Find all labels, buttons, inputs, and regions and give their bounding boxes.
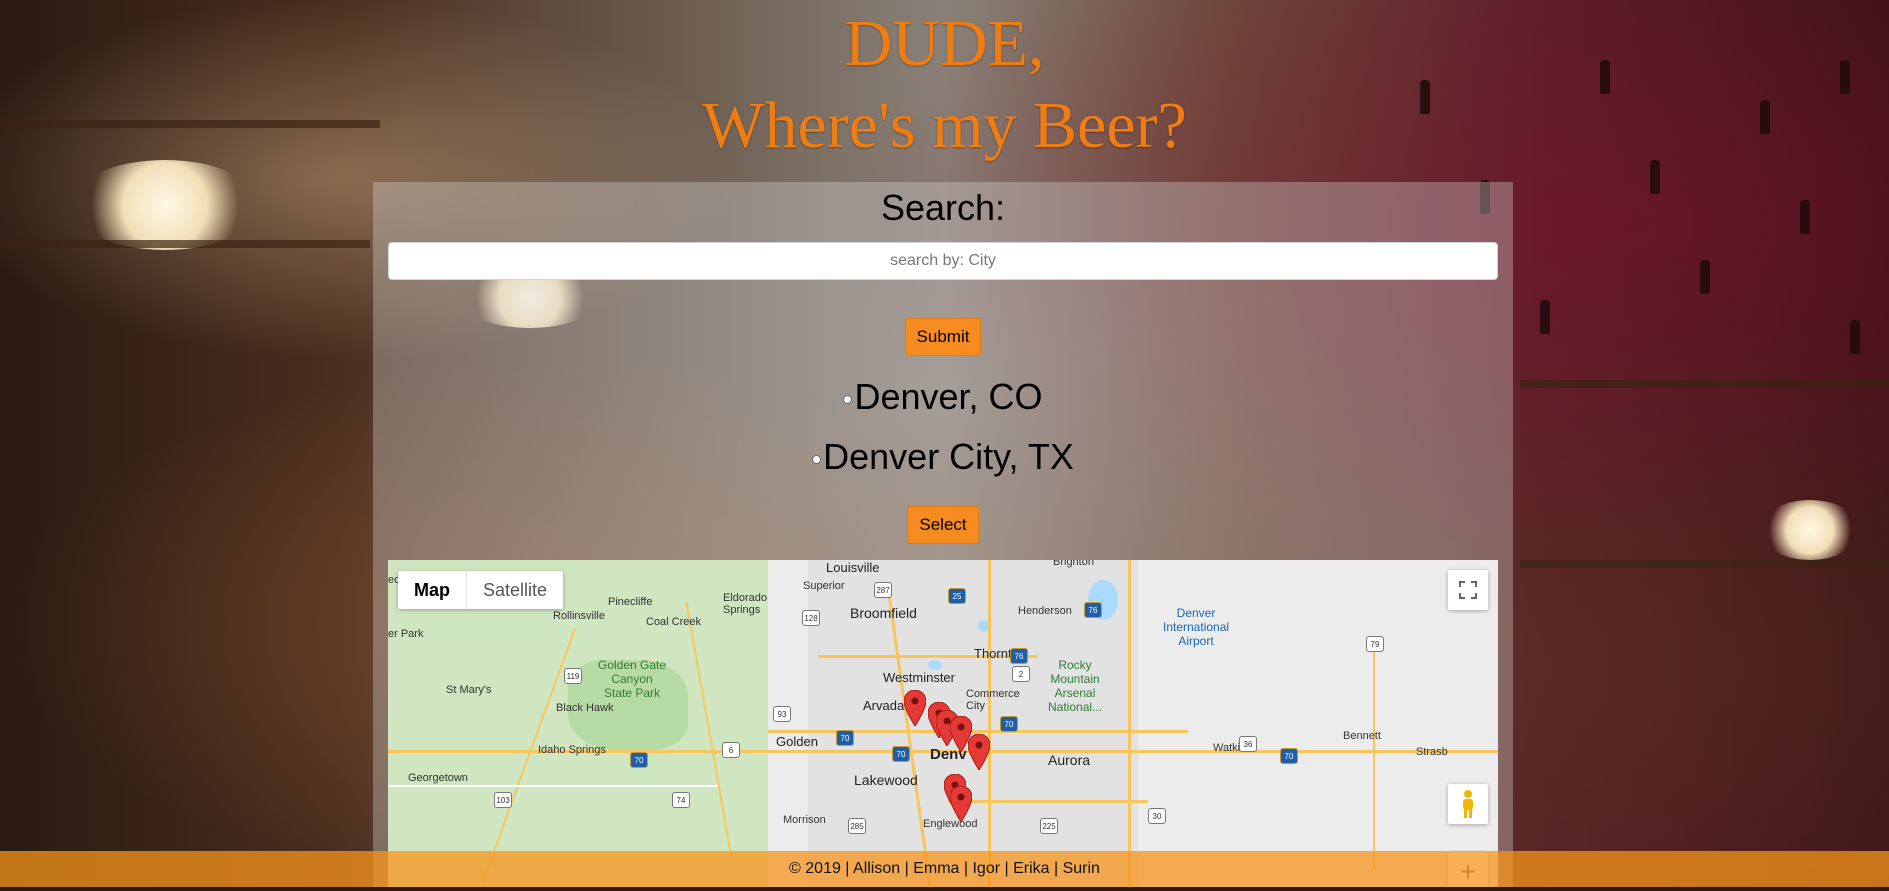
- search-label: Search:: [880, 187, 1006, 228]
- site-footer: © 2019 | Allison | Emma | Igor | Erika |…: [0, 851, 1889, 887]
- map-label-georgetown: Georgetown: [408, 772, 468, 784]
- highway-shield: 6: [722, 742, 740, 758]
- submit-button[interactable]: Submit: [905, 318, 981, 356]
- city-search-input[interactable]: [388, 242, 1498, 280]
- map-label-henderson: Henderson: [1018, 605, 1072, 617]
- highway-shield: 70: [836, 730, 854, 746]
- map-label-rollinsville: Rollinsville: [553, 610, 605, 622]
- highway-shield: 287: [874, 582, 892, 598]
- highway-shield: 285: [848, 818, 866, 834]
- fullscreen-icon: [1459, 581, 1477, 599]
- map-label-denver-airport: Denver International Airport: [1163, 606, 1230, 648]
- map-label-eldorado-springs: Eldorado Springs: [723, 592, 768, 616]
- map-label-golden: Golden: [776, 734, 818, 749]
- map-label-commerce-city: Commerce City: [966, 688, 1020, 712]
- map-label-arvada: Arvada: [863, 698, 905, 713]
- radio-icon[interactable]: [843, 394, 853, 404]
- brewery-marker-icon[interactable]: [968, 734, 990, 770]
- map-label-coal-creek: Coal Creek: [646, 616, 702, 628]
- highway-shield: 225: [1040, 818, 1058, 834]
- pegman-icon: [1463, 790, 1473, 818]
- highway-shield: 119: [564, 668, 582, 684]
- result-label: Denver, CO: [854, 376, 1043, 417]
- map-label-broomfield: Broomfield: [850, 605, 917, 621]
- map-label-lakewood: Lakewood: [854, 772, 918, 788]
- street-view-button[interactable]: [1448, 784, 1488, 824]
- highway-shield: 25: [948, 588, 966, 604]
- map-label-black-hawk: Black Hawk: [556, 702, 614, 714]
- highway-shield: 30: [1148, 808, 1166, 824]
- result-option-denver-co[interactable]: Denver, CO: [373, 376, 1513, 418]
- map-type-satellite-button[interactable]: Satellite: [467, 571, 563, 609]
- result-option-denver-city-tx[interactable]: Denver City, TX: [373, 436, 1513, 478]
- map-label-westminster: Westminster: [883, 670, 955, 685]
- map-label-morrison: Morrison: [783, 814, 826, 826]
- highway-shield: 76: [1010, 648, 1028, 664]
- map-road: [1128, 560, 1131, 891]
- select-button[interactable]: Select: [907, 506, 979, 544]
- map-road: [1373, 640, 1375, 870]
- highway-shield: 36: [1239, 736, 1257, 752]
- map-label-rocky-mountain-arsenal: Rocky Mountain Arsenal National...: [1048, 658, 1103, 714]
- highway-shield: 128: [802, 610, 820, 626]
- radio-icon[interactable]: [812, 454, 822, 464]
- highway-shield: 2: [1012, 666, 1030, 682]
- map-road: [948, 800, 1148, 803]
- map-label-strasburg: Strasb: [1416, 746, 1448, 758]
- highway-shield: 79: [1366, 636, 1384, 652]
- brewery-marker-icon[interactable]: [950, 786, 972, 822]
- map-label-er-park: er Park: [388, 628, 424, 640]
- highway-shield: 70: [1280, 748, 1298, 764]
- highway-shield: 74: [672, 792, 690, 808]
- map-label-louisville: Louisville: [826, 560, 880, 575]
- site-title-line2: Where's my Beer?: [702, 89, 1187, 162]
- map-label-brighton: Brighton: [1053, 560, 1094, 568]
- map-label-idaho-springs: Idaho Springs: [538, 744, 606, 756]
- bottom-edge: [0, 887, 1889, 891]
- map-water: [928, 660, 942, 670]
- map-road: [988, 560, 991, 891]
- highway-shield: 93: [773, 706, 791, 722]
- map-label-golden-gate-park: Golden Gate Canyon State Park: [598, 658, 667, 700]
- map-label-pinecliffe: Pinecliffe: [608, 596, 653, 608]
- search-panel: Search: Submit Denver, CO Denver City, T…: [373, 182, 1513, 891]
- map-type-control: Map Satellite: [398, 571, 564, 609]
- map-road: [768, 730, 1188, 733]
- map-label-bennett: Bennett: [1343, 730, 1381, 742]
- map-label-superior: Superior: [803, 580, 845, 592]
- map-label-st-marys: St Mary's: [446, 684, 492, 696]
- map-road: [388, 785, 718, 787]
- map-type-map-button[interactable]: Map: [398, 571, 467, 609]
- highway-shield: 70: [630, 752, 648, 768]
- map-label-aurora: Aurora: [1048, 752, 1091, 768]
- brewery-marker-icon[interactable]: [904, 690, 926, 726]
- highway-shield: 70: [1000, 716, 1018, 732]
- highway-shield: 103: [494, 792, 512, 808]
- fullscreen-button[interactable]: [1448, 570, 1488, 610]
- highway-shield: 76: [1084, 602, 1102, 618]
- result-label: Denver City, TX: [823, 436, 1074, 477]
- google-map[interactable]: Louisville Superior Eldorado Springs Bro…: [388, 560, 1498, 891]
- site-title-line1: DUDE,: [844, 7, 1045, 80]
- highway-shield: 70: [892, 746, 910, 762]
